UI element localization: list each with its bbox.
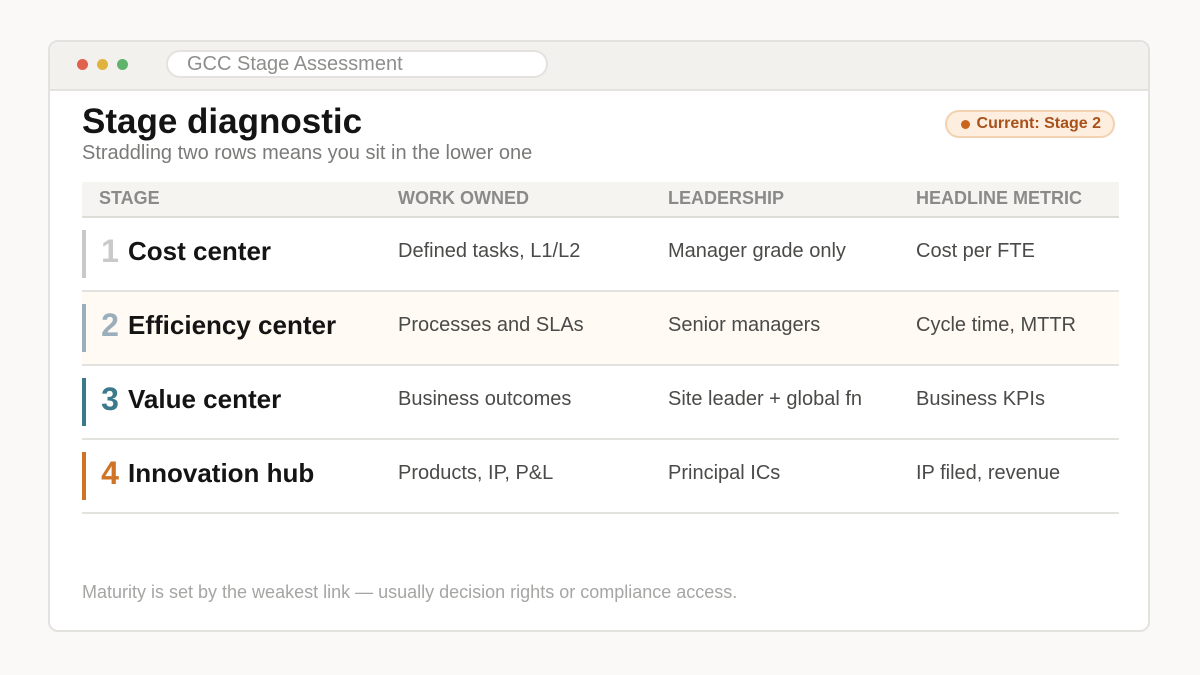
current-stage-label: Current: Stage 2 xyxy=(976,115,1101,132)
page-title: Stage diagnostic xyxy=(82,102,363,141)
stage-accent-bar xyxy=(82,452,86,500)
window-titlebar: GCC Stage Assessment xyxy=(50,42,1148,91)
table-header: STAGE WORK OWNED LEADERSHIP HEADLINE MET… xyxy=(82,182,1119,218)
table-row: 2 Efficiency center Processes and SLAs S… xyxy=(82,292,1119,366)
stage-name: Efficiency center xyxy=(128,310,337,340)
stage-number: 4 xyxy=(101,455,119,491)
table-row: 3 Value center Business outcomes Site le… xyxy=(82,366,1119,440)
current-stage-badge: Current: Stage 2 xyxy=(944,110,1115,138)
page-subtitle: Straddling two rows means you sit in the… xyxy=(82,142,533,164)
stage-name: Cost center xyxy=(128,236,272,266)
status-dot-icon xyxy=(960,119,970,129)
address-bar[interactable]: GCC Stage Assessment xyxy=(166,50,548,78)
maximize-window-icon[interactable] xyxy=(117,59,128,70)
work-owned-cell: Products, IP, P&L xyxy=(398,462,554,484)
work-owned-cell: Business outcomes xyxy=(398,388,572,410)
work-owned-cell: Defined tasks, L1/L2 xyxy=(398,240,581,262)
headline-metric-cell: Business KPIs xyxy=(916,388,1045,410)
stage-table: STAGE WORK OWNED LEADERSHIP HEADLINE MET… xyxy=(82,182,1119,514)
stage-accent-bar xyxy=(82,378,86,426)
close-window-icon[interactable] xyxy=(77,59,88,70)
column-header-work-owned: WORK OWNED xyxy=(398,188,529,208)
app-window: GCC Stage Assessment Stage diagnostic St… xyxy=(48,40,1150,632)
footnote: Maturity is set by the weakest link — us… xyxy=(82,582,738,602)
leadership-cell: Principal ICs xyxy=(668,462,781,484)
headline-metric-cell: Cost per FTE xyxy=(916,240,1035,262)
leadership-cell: Senior managers xyxy=(668,314,821,336)
table-row: 1 Cost center Defined tasks, L1/L2 Manag… xyxy=(82,218,1119,292)
minimize-window-icon[interactable] xyxy=(97,59,108,70)
column-header-stage: STAGE xyxy=(99,188,160,208)
stage-accent-bar xyxy=(82,304,86,352)
stage-name: Value center xyxy=(128,384,282,414)
column-header-headline-metric: HEADLINE METRIC xyxy=(916,188,1082,208)
stage-number: 3 xyxy=(101,381,119,417)
work-owned-cell: Processes and SLAs xyxy=(398,314,584,336)
stage-accent-bar xyxy=(82,230,86,278)
headline-metric-cell: Cycle time, MTTR xyxy=(916,314,1076,336)
leadership-cell: Manager grade only xyxy=(668,240,846,262)
headline-metric-cell: IP filed, revenue xyxy=(916,462,1061,484)
stage-name: Innovation hub xyxy=(128,458,315,488)
stage-number: 1 xyxy=(101,233,119,269)
stage-number: 2 xyxy=(101,307,119,343)
column-header-leadership: LEADERSHIP xyxy=(668,188,785,208)
leadership-cell: Site leader + global fn xyxy=(668,388,863,410)
table-row: 4 Innovation hub Products, IP, P&L Princ… xyxy=(82,440,1119,514)
